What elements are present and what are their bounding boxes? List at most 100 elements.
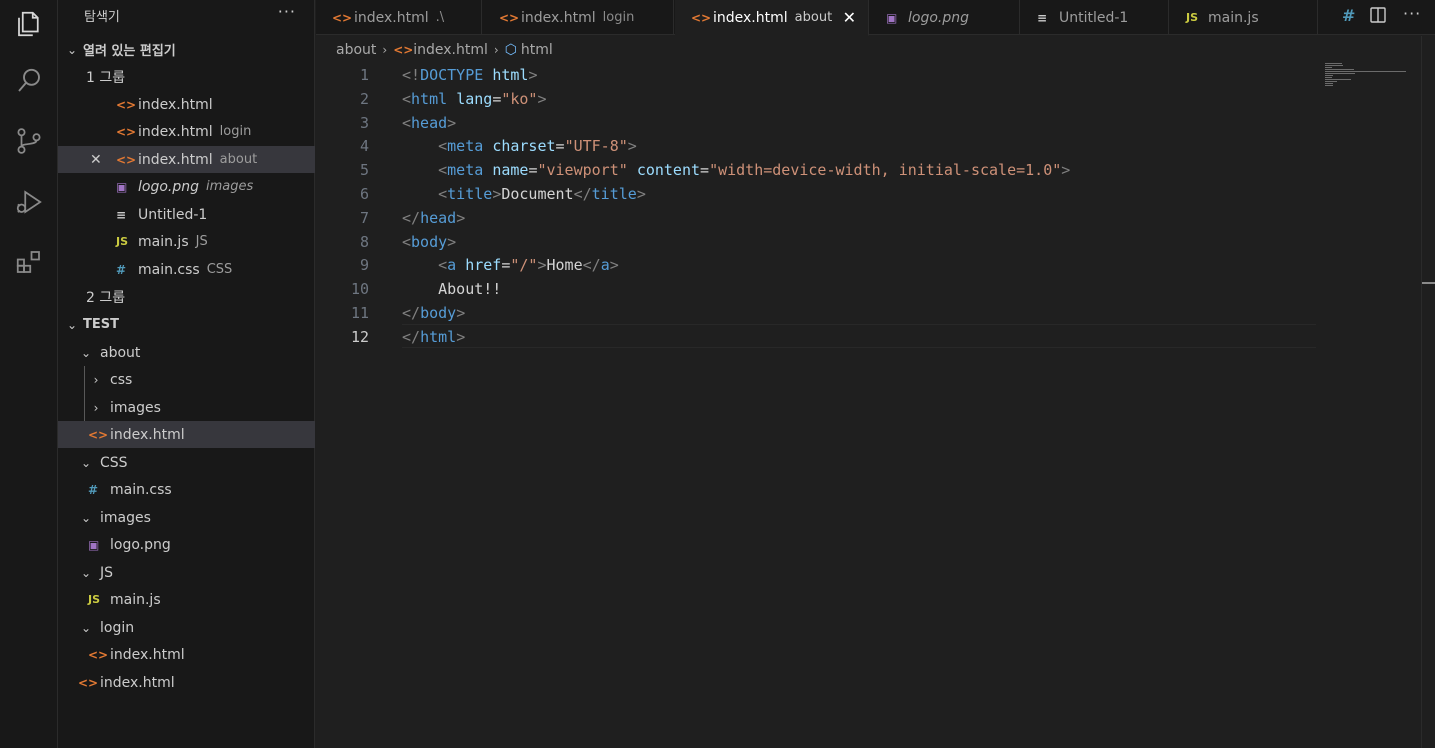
- line-number: 3: [359, 113, 369, 132]
- search-icon[interactable]: [0, 57, 58, 105]
- tree-item-label: JS: [100, 564, 114, 581]
- tree-folder-about[interactable]: ⌄ about: [58, 339, 315, 366]
- tab-index-html-about[interactable]: <> index.html about ✕: [675, 0, 869, 36]
- breadcrumb-symbol[interactable]: html: [521, 42, 553, 58]
- tab-label: index.html: [354, 9, 429, 26]
- minimap-line: [1325, 63, 1342, 64]
- tree-folder-js[interactable]: ⌄ JS: [58, 559, 315, 586]
- editor-group-label: 1 그룹: [86, 69, 126, 86]
- open-editor-item[interactable]: JS main.js JS: [58, 228, 315, 255]
- code-line: <html lang="ko">: [402, 87, 547, 111]
- tree-item-label: main.css: [110, 481, 172, 498]
- code-line: </head>: [402, 206, 465, 230]
- code-token: DOCTYPE: [420, 66, 484, 84]
- minimap-line: [1325, 77, 1332, 78]
- line-number: 6: [359, 185, 369, 203]
- extensions-icon[interactable]: [0, 238, 58, 286]
- open-editor-item[interactable]: <> index.html: [58, 91, 315, 118]
- js-file-icon: JS: [1186, 11, 1199, 24]
- tab-main-js[interactable]: JS main.js: [1170, 0, 1318, 35]
- tree-file-index-html-root[interactable]: <> index.html: [58, 669, 315, 696]
- tab-label: index.html: [713, 9, 788, 26]
- image-file-icon: ▣: [886, 10, 898, 25]
- chevron-down-icon: ⌄: [80, 455, 92, 470]
- run-debug-icon[interactable]: [0, 178, 58, 226]
- code-token: Document: [501, 185, 574, 203]
- code-token: head: [420, 208, 457, 227]
- tree-folder-login[interactable]: ⌄ login: [58, 614, 315, 641]
- tab-untitled-1[interactable]: ≡ Untitled-1: [1021, 0, 1169, 35]
- code-token: meta: [447, 137, 484, 156]
- tree-folder-css-root[interactable]: ⌄ CSS: [58, 449, 315, 476]
- explorer-sidebar: 탐색기 ··· ⌄ 열려 있는 편집기 1 그룹 <> index.html <…: [58, 0, 315, 748]
- editor-group-1[interactable]: 1 그룹: [58, 63, 315, 90]
- open-editor-item-active[interactable]: ✕ <> index.html about: [58, 146, 315, 173]
- open-editors-title: 열려 있는 편집기: [83, 44, 176, 59]
- code-token: <: [402, 113, 412, 132]
- image-file-icon: ▣: [116, 179, 128, 194]
- image-file-icon: ▣: [88, 537, 100, 552]
- code-token: lang: [456, 89, 493, 108]
- code-token: =: [492, 89, 502, 108]
- tab-desc: login: [602, 10, 635, 25]
- tab-index-html-root[interactable]: <> index.html .\: [316, 0, 482, 35]
- code-token: "viewport": [537, 161, 628, 180]
- close-icon[interactable]: ✕: [90, 152, 116, 168]
- code-token: >: [447, 113, 457, 132]
- tree-file-index-html-login[interactable]: <> index.html: [58, 641, 315, 668]
- tree-folder-css[interactable]: › css: [58, 366, 315, 393]
- chevron-down-icon: ⌄: [66, 317, 78, 332]
- code-token: =: [700, 161, 710, 180]
- open-editors-section-header[interactable]: ⌄ 열려 있는 편집기: [58, 36, 315, 63]
- tab-label: Untitled-1: [1059, 9, 1129, 26]
- code-line: </body>: [402, 301, 465, 325]
- open-editor-item[interactable]: # main.css CSS: [58, 256, 315, 283]
- close-tab-icon[interactable]: ✕: [843, 8, 856, 27]
- tree-file-logo-png[interactable]: ▣ logo.png: [58, 531, 315, 558]
- source-control-icon[interactable]: [0, 117, 58, 165]
- minimap-line: [1325, 65, 1343, 66]
- code-editor[interactable]: 1 2 3 4 5 6 7 8 9 10 11 12 <!DOCTYPE html> <html lang…: [316, 62, 1321, 748]
- breadcrumb-file[interactable]: index.html: [413, 42, 488, 58]
- scrollbar-cursor-marker: [1422, 282, 1435, 284]
- code-token: >: [627, 137, 637, 156]
- minimap[interactable]: [1322, 62, 1420, 92]
- folder-section-header[interactable]: ⌄ TEST: [58, 311, 315, 338]
- editor-group-2[interactable]: 2 그룹: [58, 283, 315, 310]
- breadcrumb-folder[interactable]: about: [336, 42, 376, 58]
- split-editor-icon[interactable]: [1369, 6, 1387, 28]
- sidebar-title: 탐색기: [84, 9, 120, 25]
- activity-bar: [0, 0, 58, 748]
- html-file-icon: <>: [393, 43, 414, 57]
- code-token: a: [447, 256, 457, 275]
- tree-item-label: css: [110, 371, 133, 388]
- tab-logo-png[interactable]: ▣ logo.png: [870, 0, 1020, 35]
- tab-index-html-login[interactable]: <> index.html login: [483, 0, 674, 35]
- more-actions-icon[interactable]: ···: [1403, 4, 1421, 23]
- tree-file-index-html-about[interactable]: <> index.html: [58, 421, 315, 448]
- html-file-icon: <>: [88, 427, 109, 442]
- open-editor-item[interactable]: ▣ logo.png images: [58, 173, 315, 200]
- open-editor-name: index.html: [138, 96, 213, 113]
- vertical-scrollbar[interactable]: [1421, 36, 1435, 748]
- code-line: </html>: [402, 325, 465, 349]
- minimap-line: [1325, 67, 1332, 68]
- explorer-icon[interactable]: [0, 0, 58, 48]
- open-editor-item[interactable]: <> index.html login: [58, 118, 315, 145]
- tree-file-main-js[interactable]: JS main.js: [58, 586, 315, 613]
- css-file-icon[interactable]: #: [1342, 6, 1356, 25]
- tree-folder-images[interactable]: › images: [58, 394, 315, 421]
- tab-desc: about: [794, 10, 833, 25]
- code-token: <: [402, 89, 412, 108]
- code-token: </: [573, 185, 592, 203]
- tree-file-main-css[interactable]: # main.css: [58, 476, 315, 503]
- html-file-icon: <>: [78, 675, 99, 690]
- open-editor-desc: images: [206, 179, 254, 194]
- tree-folder-images-root[interactable]: ⌄ images: [58, 504, 315, 531]
- open-editor-item[interactable]: ≡ Untitled-1: [58, 201, 315, 228]
- more-actions-icon[interactable]: ···: [278, 2, 296, 21]
- minimap-line: [1325, 71, 1407, 72]
